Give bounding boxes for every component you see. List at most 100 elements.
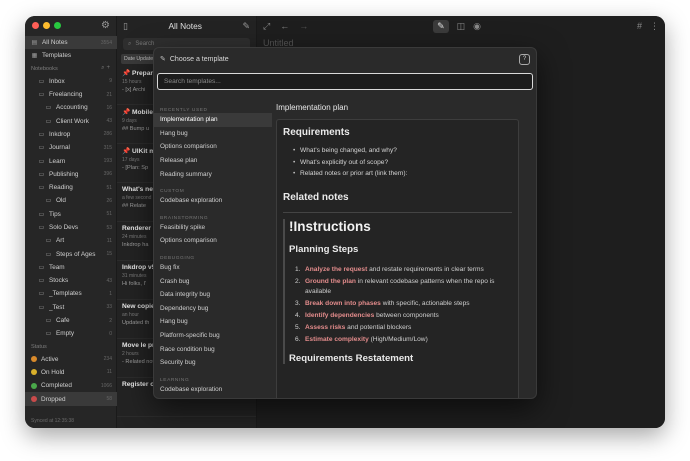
sidebar-notebook-item[interactable]: ▭ Accounting 16 (25, 101, 117, 114)
notebook-label: Steps of Ages (56, 250, 96, 258)
template-category-label: DEBUGGING (160, 255, 195, 261)
notebook-controls-icon[interactable]: ⌕+ (101, 65, 112, 72)
sidebar-notebook-item[interactable]: ▭ Old 26 (25, 194, 117, 207)
new-note-icon[interactable]: ✎ (242, 21, 250, 32)
close-window-button[interactable] (32, 22, 39, 29)
tag-hash-icon[interactable]: # (637, 21, 642, 31)
notebook-label: Art (56, 237, 65, 245)
sync-status: Synced at 12:35:38 (31, 418, 75, 424)
sidebar-notebook-item[interactable]: ▭ Team (25, 261, 117, 274)
more-icon[interactable]: ⋮ (650, 21, 659, 32)
sidebar-item[interactable]: ▦ Templates (25, 49, 117, 62)
sidebar-notebook-item[interactable]: ▭ Stocks 43 (25, 274, 117, 287)
sidebar: ⚙ ▤ All Notes 3554 ▦ Templates Notebooks ⌕+ ▭ In… (25, 16, 117, 428)
notebook-count: 315 (103, 144, 112, 151)
window-controls (32, 22, 61, 29)
sidebar-notebook-item[interactable]: ▭ Empty 0 (25, 327, 117, 340)
template-item[interactable]: Hang bug (154, 315, 272, 329)
step-number: 1. (295, 265, 301, 273)
template-item[interactable]: Release plan (154, 154, 272, 168)
edit-mode-icon[interactable]: ✎ (433, 19, 449, 33)
notebook-count: 53 (106, 224, 112, 231)
minimize-window-button[interactable] (43, 22, 50, 29)
sidebar-status-item[interactable]: On Hold 11 (25, 366, 117, 379)
sidebar-notebook-item[interactable]: ▭ Art 11 (25, 234, 117, 247)
sidebar-notebook-item[interactable]: ▭ Client Work 43 (25, 114, 117, 127)
sidebar-status-item[interactable]: Active 234 (25, 353, 117, 366)
planning-step: 2. Ground the plan in relevant codebase p… (295, 277, 512, 298)
template-item[interactable]: Data integrity bug (154, 288, 272, 302)
status-label: Active (41, 355, 59, 363)
template-item[interactable]: Implementation plan (154, 113, 272, 127)
sidebar-notebook-item[interactable]: ▭ Tips 51 (25, 208, 117, 221)
maximize-window-button[interactable] (54, 22, 61, 29)
template-item[interactable]: Hang bug (154, 127, 272, 141)
notebook-count: 286 (103, 131, 112, 138)
help-button[interactable]: ? (519, 53, 530, 65)
notebook-count: 11 (106, 237, 112, 244)
sidebar-status-item[interactable]: Completed 1066 (25, 379, 117, 392)
template-item[interactable]: Codebase exploration (154, 383, 272, 397)
sidebar-notebook-item[interactable]: ▭ _Templates 1 (25, 287, 117, 300)
requirement-item: What's being changed, and why? (293, 147, 512, 159)
step-emphasis: Break down into phases (305, 299, 381, 307)
planning-step: 3. Break down into phases with specific, … (295, 299, 512, 309)
template-item[interactable]: Security bug (154, 356, 272, 370)
notebook-icon: ▭ (38, 78, 45, 85)
sidebar-notebook-item[interactable]: ▭ Inbox 9 (25, 75, 117, 88)
divider (283, 211, 512, 213)
template-item[interactable]: Dependency bug (154, 302, 272, 316)
notebook-count: 33 (106, 304, 112, 311)
template-search-input[interactable]: Search templates... (157, 73, 533, 90)
template-item[interactable]: Options comparison (154, 234, 272, 248)
template-item[interactable]: Reading summary (154, 167, 272, 181)
notebook-count: 43 (106, 118, 112, 125)
template-item[interactable]: Feasibility spike (154, 221, 272, 235)
sidebar-notebook-item[interactable]: ▭ _Test 33 (25, 301, 117, 314)
sidebar-notebook-item[interactable]: ▭ Publishing 396 (25, 168, 117, 181)
template-item[interactable]: Crash bug (154, 274, 272, 288)
status-dot-icon (31, 382, 37, 389)
template-item[interactable]: Codebase exploration (154, 194, 272, 208)
preview-content: Requirements What's being changed, and w… (276, 119, 519, 398)
expand-icon[interactable]: ⤢ (263, 21, 270, 32)
step-text: Break down into phases with specific, ac… (305, 299, 512, 309)
note-list-title: All Notes (168, 21, 202, 31)
step-text: Analyze the request and restate requirem… (305, 265, 512, 275)
notes-icon: ▤ (31, 40, 38, 47)
template-item[interactable]: Platform-specific bug (154, 329, 272, 343)
planning-steps-list: 1. Analyze the request and restate requir… (287, 265, 512, 346)
back-arrow-icon[interactable]: ← (280, 21, 289, 31)
notebook-label: Publishing (49, 170, 79, 178)
sidebar-notebook-item[interactable]: ▭ Journal 315 (25, 141, 117, 154)
template-item[interactable]: Options comparison (154, 140, 272, 154)
gear-icon[interactable]: ⚙ (101, 20, 110, 31)
notebook-count: 1 (109, 290, 112, 297)
sidebar-item[interactable]: ▤ All Notes 3554 (25, 36, 117, 50)
sidebar-notebook-item[interactable]: ▭ Inkdrop 286 (25, 128, 117, 141)
notebook-count: 0 (109, 330, 112, 337)
template-item[interactable]: Bug fix (154, 261, 272, 275)
notebook-icon: ▭ (38, 145, 45, 152)
sidebar-status-item[interactable]: Dropped 58 (25, 392, 117, 406)
notebook-count: 2 (109, 317, 112, 324)
requirements-list: What's being changed, and why?What's exp… (283, 147, 512, 182)
planning-step: 6. Estimate complexity (High/Medium/Low) (295, 335, 512, 345)
notebook-label: _Test (49, 303, 65, 311)
template-item[interactable]: Race condition bug (154, 342, 272, 356)
notebooks-label: Notebooks (31, 65, 58, 72)
dialog-header: ✎ Choose a template ? (154, 48, 536, 70)
sidebar-notebook-item[interactable]: ▭ Freelancing 21 (25, 88, 117, 101)
split-view-icon[interactable]: ◫ (457, 21, 466, 32)
notebook-count: 16 (106, 104, 112, 111)
forward-arrow-icon[interactable]: → (299, 21, 308, 31)
sidebar-notebook-item[interactable]: ▭ Reading 51 (25, 181, 117, 194)
step-rest: and potential blockers (345, 323, 412, 331)
step-text: Ground the plan in relevant codebase pat… (305, 277, 512, 298)
sidebar-notebook-item[interactable]: ▭ Cafe 2 (25, 314, 117, 327)
step-number: 6. (295, 335, 301, 343)
preview-eye-icon[interactable]: ◉ (473, 21, 481, 32)
sidebar-notebook-item[interactable]: ▭ Solo Devs 53 (25, 221, 117, 234)
sidebar-notebook-item[interactable]: ▭ Steps of Ages 15 (25, 247, 117, 260)
sidebar-notebook-item[interactable]: ▭ Learn 193 (25, 154, 117, 167)
